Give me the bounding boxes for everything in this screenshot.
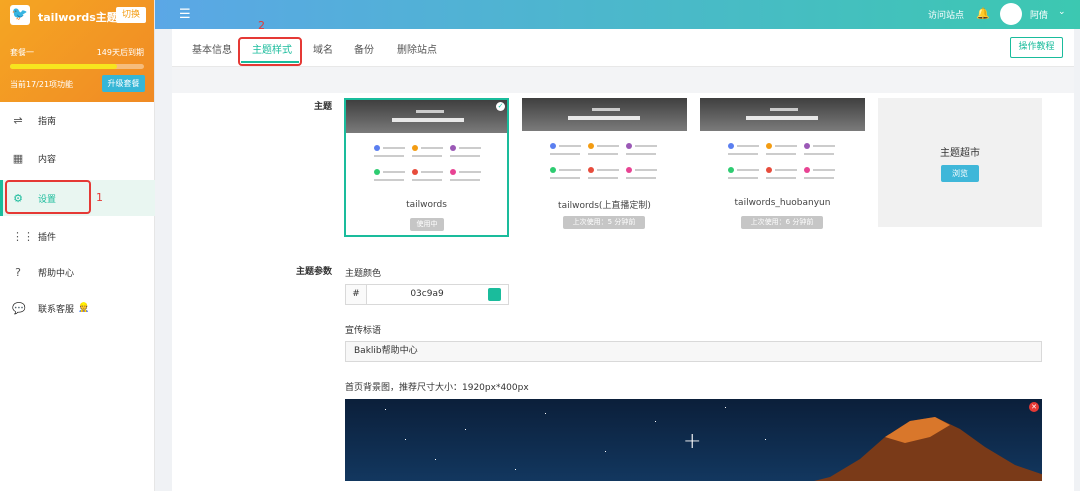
check-icon: ✓ (496, 102, 505, 111)
help-icon: ? (15, 265, 21, 279)
last-used-badge: 上次使用：6 分钟前 (741, 216, 823, 229)
sidebar-item-label: 联系客服 (38, 304, 75, 315)
sidebar-item-label: 插件 (38, 232, 57, 243)
tab-delete-site[interactable]: 删除站点 (397, 41, 437, 56)
topbar: ☰ 访问站点 🔔 阿倩 ⌄ (155, 0, 1080, 29)
header-band (172, 67, 1074, 93)
plan-name: 套餐一 (10, 48, 34, 57)
theme-name: tailwords (406, 200, 447, 210)
last-used-badge: 上次使用：5 分钟前 (563, 216, 645, 229)
sidebar-item-label: 内容 (38, 154, 57, 165)
theme-preview-body (550, 141, 660, 191)
tab-domain[interactable]: 域名 (313, 41, 333, 56)
feature-count: 当前17/21项功能 (10, 80, 74, 89)
theme-market-title: 主题超市 (940, 148, 980, 159)
twitter-bird-icon: 🐦 (10, 5, 30, 25)
grid-icon: ▦ (12, 151, 24, 165)
sidebar-item-label: 指南 (38, 116, 57, 127)
annotation-number: 2 (258, 19, 265, 32)
plan-expire: 149天后到期 (96, 48, 144, 57)
sidebar-item-content[interactable]: ▦ 内容 (0, 140, 155, 176)
in-use-badge: 使用中 (410, 218, 444, 231)
theme-color-field: # 03c9a9 (345, 284, 509, 305)
sidebar-item-label: 帮助中心 (38, 268, 75, 279)
avatar[interactable] (1000, 3, 1022, 25)
theme-params-label: 主题参数 (296, 267, 333, 277)
theme-preview (700, 98, 865, 131)
sidebar: 🐦 tailwords主题... 切换 套餐一 149天后到期 当前17/21项… (0, 0, 155, 491)
theme-preview-body (728, 141, 838, 191)
support-emoji-icon: 👷 (78, 303, 90, 313)
theme-card-tailwords[interactable]: ✓ tailwords 使用中 (344, 98, 509, 237)
annotation-box-tab (238, 37, 302, 66)
user-name[interactable]: 阿倩 (1030, 8, 1048, 21)
tab-basic-info[interactable]: 基本信息 (192, 41, 232, 56)
add-image-icon[interactable]: + (683, 431, 701, 453)
theme-card-tailwords-huobanyun[interactable]: tailwords_huobanyun 上次使用：6 分钟前 (700, 98, 865, 237)
hash-prefix: # (346, 285, 367, 304)
signpost-icon: ⇌ (13, 113, 23, 127)
background-image-upload[interactable]: + ✕ (345, 399, 1042, 481)
theme-color-label: 主题颜色 (345, 269, 382, 279)
tab-backup[interactable]: 备份 (354, 41, 374, 56)
upgrade-plan-button[interactable]: 升级套餐 (102, 75, 145, 92)
visit-site-link[interactable]: 访问站点 (928, 8, 964, 21)
sidebar-item-guide[interactable]: ⇌ 指南 (0, 102, 155, 138)
apps-icon: ⋮⋮ (12, 229, 34, 243)
theme-market-card: 主题超市 浏览 (878, 98, 1042, 227)
theme-name: tailwords(上直播定制) (558, 201, 651, 211)
annotation-box-settings (5, 180, 91, 214)
theme-name: tailwords_huobanyun (734, 198, 831, 208)
slogan-label: 宣传标语 (345, 326, 382, 336)
sidebar-item-help[interactable]: ? 帮助中心 (0, 254, 155, 290)
site-header: 🐦 tailwords主题... 切换 套餐一 149天后到期 当前17/21项… (0, 0, 154, 102)
plan-usage-bar (10, 64, 144, 69)
background-image-label: 首页背景图，推荐尺寸大小：1920px*400px (345, 383, 529, 393)
theme-preview (522, 98, 687, 131)
annotation-number: 1 (96, 191, 103, 204)
mountain-image (814, 417, 1042, 481)
close-icon[interactable]: ✕ (1029, 402, 1039, 412)
sidebar-item-plugins[interactable]: ⋮⋮ 插件 (0, 218, 155, 254)
color-swatch[interactable] (488, 288, 501, 301)
theme-preview (346, 100, 507, 133)
slogan-input[interactable]: Baklib帮助中心 (345, 341, 1042, 362)
chat-icon: 💬 (12, 301, 26, 315)
switch-site-button[interactable]: 切换 (116, 7, 146, 23)
bell-icon[interactable]: 🔔 (976, 7, 990, 20)
theme-label: 主题 (314, 102, 333, 112)
color-hex-input[interactable]: 03c9a9 (368, 285, 486, 304)
theme-card-tailwords-live[interactable]: tailwords(上直播定制) 上次使用：5 分钟前 (522, 98, 687, 237)
plan-usage-fill (10, 64, 118, 69)
chevron-down-icon[interactable]: ⌄ (1058, 7, 1066, 17)
browse-button[interactable]: 浏览 (941, 165, 979, 182)
sidebar-item-support[interactable]: 💬 联系客服 👷 (0, 290, 155, 326)
tab-bar: 基本信息 主题样式 域名 备份 删除站点 操作教程 (172, 29, 1074, 67)
menu-icon[interactable]: ☰ (179, 7, 191, 22)
tutorial-button[interactable]: 操作教程 (1010, 37, 1063, 58)
theme-preview-body (374, 143, 484, 193)
